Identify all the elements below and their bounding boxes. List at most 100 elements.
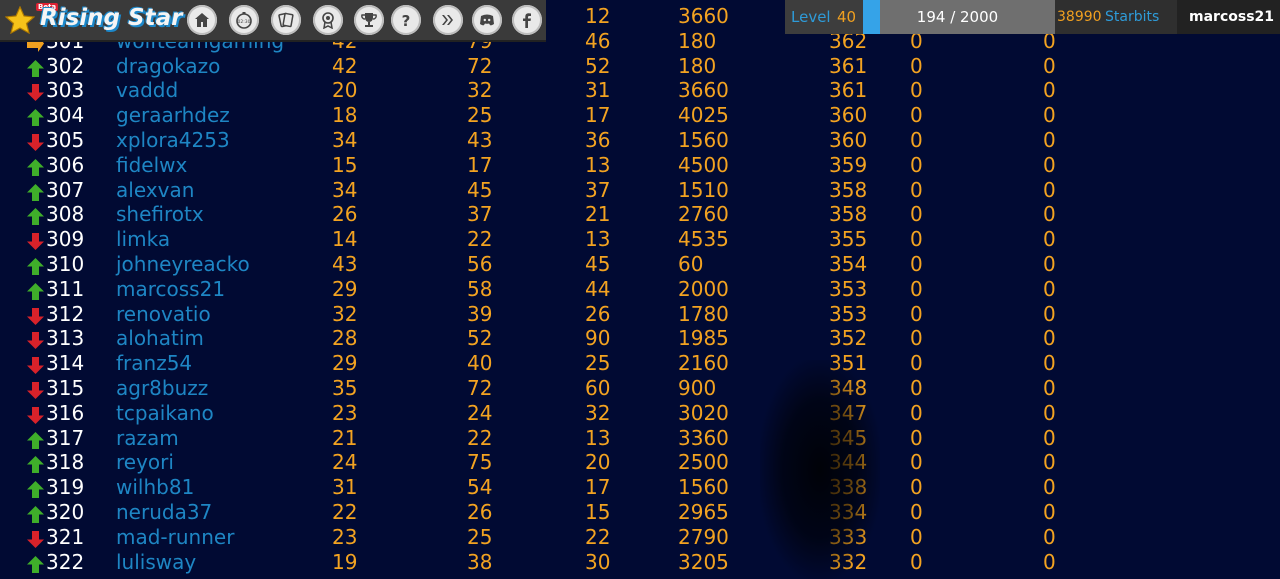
stat-value-4: 2000 bbox=[678, 276, 729, 301]
stat-value-7: 0 bbox=[1043, 152, 1056, 177]
level-indicator: Level 40 bbox=[785, 0, 863, 34]
trophy-icon[interactable] bbox=[354, 5, 384, 35]
player-name-link[interactable]: johneyreacko bbox=[116, 252, 250, 277]
timer-icon[interactable]: 02:30 bbox=[229, 5, 259, 35]
stat-value-1: 23 bbox=[332, 400, 358, 425]
stat-value-7: 0 bbox=[1043, 301, 1056, 326]
player-name-link[interactable]: mad-runner bbox=[116, 525, 234, 550]
hive-icon[interactable] bbox=[433, 5, 463, 35]
table-row: 320 neruda37 22 26 15 2965 334 0 0 bbox=[0, 500, 1280, 525]
player-name-link[interactable]: franz54 bbox=[116, 351, 192, 376]
stat-value-6: 0 bbox=[910, 524, 923, 549]
rank-down-arrow-icon bbox=[27, 382, 44, 399]
stat-value-3: 32 bbox=[585, 400, 611, 425]
stat-value-2: 24 bbox=[467, 400, 493, 425]
player-name-link[interactable]: fidelwx bbox=[116, 153, 187, 178]
stat-value-4: 3205 bbox=[678, 549, 729, 574]
stat-value-2: 22 bbox=[467, 227, 493, 252]
player-name-link[interactable]: alexvan bbox=[116, 178, 194, 203]
stat-value-2: 32 bbox=[467, 78, 493, 103]
rank-number: 303 bbox=[46, 78, 85, 103]
player-name-link[interactable]: geraarhdez bbox=[116, 103, 230, 128]
stat-value-4: 1780 bbox=[678, 301, 729, 326]
username[interactable]: marcoss21 bbox=[1189, 9, 1274, 25]
stat-value-4: 3360 bbox=[678, 425, 729, 450]
stat-value-3: 25 bbox=[585, 351, 611, 376]
table-row: 314 franz54 29 40 25 2160 351 0 0 bbox=[0, 351, 1280, 376]
help-icon[interactable]: ? bbox=[391, 5, 421, 35]
stat-value-5: 348 bbox=[829, 376, 868, 400]
stat-value-1: 35 bbox=[332, 376, 358, 400]
stat-value-2: 52 bbox=[467, 326, 493, 351]
star-logo-icon[interactable] bbox=[5, 6, 35, 34]
player-name-link[interactable]: agr8buzz bbox=[116, 376, 208, 401]
stat-value-3: 26 bbox=[585, 301, 611, 326]
stat-value-2: 25 bbox=[467, 103, 493, 128]
stat-value-7: 0 bbox=[1043, 326, 1056, 351]
stat-value-5: 338 bbox=[829, 475, 868, 500]
player-name-link[interactable]: tcpaikano bbox=[116, 401, 214, 426]
app-logo-text[interactable]: Rising Star bbox=[40, 5, 182, 31]
stat-value-1: 34 bbox=[332, 128, 358, 152]
rank-number: 316 bbox=[46, 400, 85, 425]
stat-value-1: 20 bbox=[332, 78, 358, 103]
stat-value-1: 14 bbox=[332, 227, 358, 252]
facebook-icon[interactable] bbox=[512, 5, 542, 35]
stat-value-5: 352 bbox=[829, 326, 868, 351]
stat-value-1: 22 bbox=[332, 500, 358, 524]
stat-value-4: 1560 bbox=[678, 475, 729, 500]
player-name-link[interactable]: marcoss21 bbox=[116, 277, 225, 302]
stat-value-5: 345 bbox=[829, 425, 868, 450]
stat-value-4: 2760 bbox=[678, 202, 729, 227]
stat-value-1: 18 bbox=[332, 103, 358, 128]
stat-value-5: 347 bbox=[829, 400, 868, 425]
discord-icon[interactable] bbox=[472, 5, 502, 35]
table-row: 308 shefirotx 26 37 21 2760 358 0 0 bbox=[0, 202, 1280, 227]
stat-value-2: 37 bbox=[467, 202, 493, 227]
stat-value-6: 0 bbox=[910, 128, 923, 152]
rank-up-arrow-icon bbox=[27, 158, 44, 176]
player-name-link[interactable]: razam bbox=[116, 426, 179, 451]
stat-value-7: 0 bbox=[1043, 351, 1056, 376]
player-name-link[interactable]: renovatio bbox=[116, 302, 211, 327]
player-name-link[interactable]: shefirotx bbox=[116, 202, 204, 227]
stat-value-2: 58 bbox=[467, 276, 493, 301]
user-menu[interactable]: marcoss21 bbox=[1177, 0, 1280, 34]
player-name-link[interactable]: wilhb81 bbox=[116, 475, 194, 500]
badge-icon[interactable] bbox=[313, 5, 343, 35]
level-label: Level bbox=[791, 8, 831, 26]
stat-value-6: 0 bbox=[910, 78, 923, 103]
stat-value-7: 0 bbox=[1043, 53, 1056, 78]
player-name-link[interactable]: neruda37 bbox=[116, 500, 212, 525]
stat-value-3: 13 bbox=[585, 425, 611, 450]
player-name-link[interactable]: reyori bbox=[116, 450, 174, 475]
stat-value-2: 38 bbox=[467, 549, 493, 574]
stat-value-6: 0 bbox=[910, 177, 923, 202]
stat-value-1: 19 bbox=[332, 549, 358, 574]
player-name-link[interactable]: dragokazo bbox=[116, 54, 220, 79]
stat-value-5: 351 bbox=[829, 351, 868, 376]
player-name-link[interactable]: vaddd bbox=[116, 78, 178, 103]
stat-value-4: 1985 bbox=[678, 326, 729, 351]
stat-value-6: 0 bbox=[910, 500, 923, 524]
table-row: 304 geraarhdez 18 25 17 4025 360 0 0 bbox=[0, 103, 1280, 128]
player-name-link[interactable]: lulisway bbox=[116, 550, 196, 575]
cards-icon[interactable] bbox=[271, 5, 301, 35]
stat-value-7: 0 bbox=[1043, 524, 1056, 549]
player-name-link[interactable]: alohatim bbox=[116, 326, 204, 351]
top-bar: Beta Rising Star 02:30 ? Level 40 194 / … bbox=[0, 0, 1280, 42]
rank-number: 320 bbox=[46, 500, 85, 524]
stat-value-3: 36 bbox=[585, 128, 611, 152]
table-row: 315 agr8buzz 35 72 60 900 348 0 0 bbox=[0, 376, 1280, 401]
stat-value-6: 0 bbox=[910, 450, 923, 475]
stat-value-3: 21 bbox=[585, 202, 611, 227]
player-name-link[interactable]: limka bbox=[116, 227, 170, 252]
stat-value-4: 3020 bbox=[678, 400, 729, 425]
stat-value-7: 0 bbox=[1043, 450, 1056, 475]
stat-value-7: 0 bbox=[1043, 376, 1056, 400]
stat-value-1: 42 bbox=[332, 53, 358, 78]
rank-down-arrow-icon bbox=[27, 332, 44, 350]
table-row: 302 dragokazo 42 72 52 180 361 0 0 bbox=[0, 54, 1280, 79]
home-icon[interactable] bbox=[187, 5, 217, 35]
player-name-link[interactable]: xplora4253 bbox=[116, 128, 230, 153]
